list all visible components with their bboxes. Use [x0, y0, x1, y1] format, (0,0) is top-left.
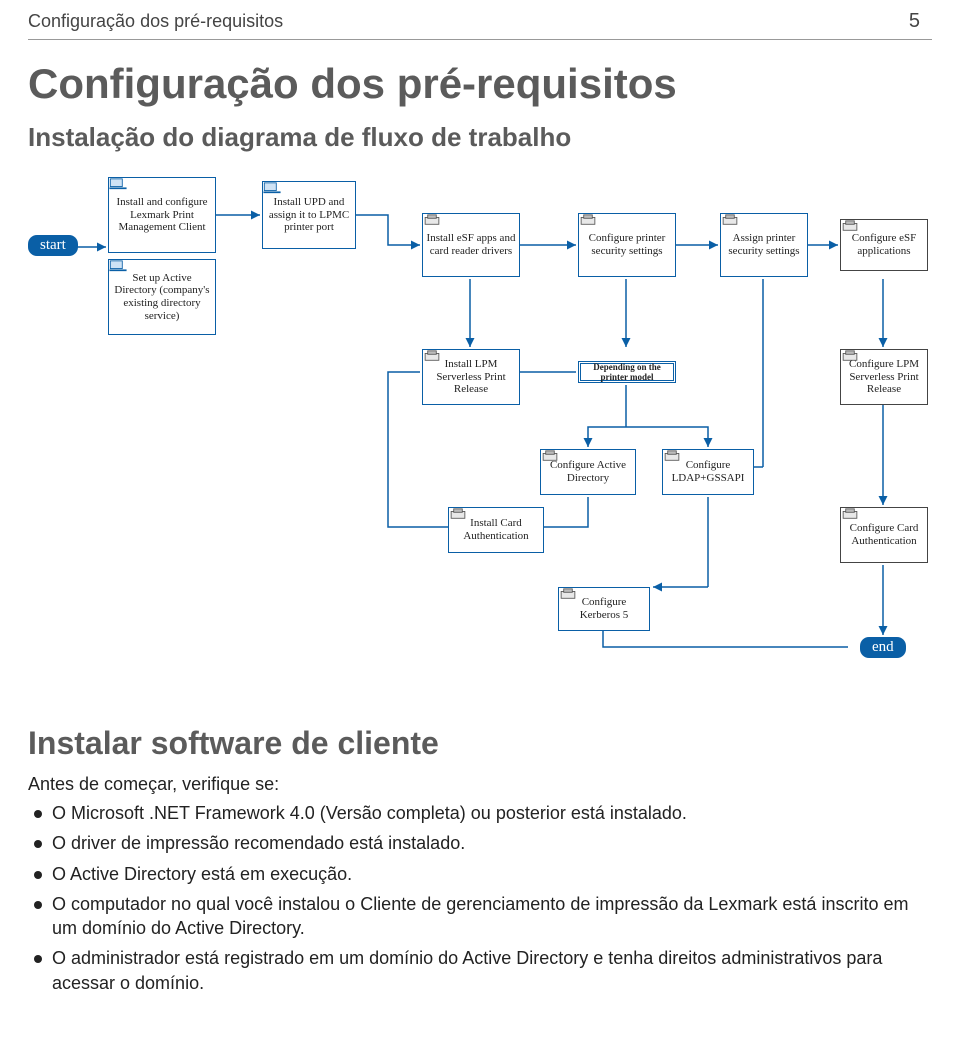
printer-icon: [841, 220, 859, 232]
page-number: 5: [909, 10, 920, 33]
lead-text: Antes de começar, verifique se:: [28, 774, 932, 795]
computer-icon: [263, 182, 281, 194]
workflow-diagram: start Install and configure Lexmark Prin…: [28, 167, 932, 697]
start-label: start: [28, 235, 78, 256]
bullet-list: O Microsoft .NET Framework 4.0 (Versão c…: [28, 801, 932, 995]
list-item: O driver de impressão recomendado está i…: [28, 831, 932, 855]
printer-icon: [841, 350, 859, 362]
end-label: end: [860, 637, 906, 658]
node-install-upd: Install UPD and assign it to LPMC printe…: [262, 181, 356, 249]
computer-icon: [109, 178, 127, 190]
node-install-lpm-release: Install LPM Serverless Print Release: [422, 349, 520, 405]
node-cfg-kerberos: Configure Kerberos 5: [558, 587, 650, 631]
printer-icon: [663, 450, 681, 462]
printer-icon: [449, 508, 467, 520]
printer-icon: [423, 214, 441, 226]
printer-icon: [841, 508, 859, 520]
list-item: O computador no qual você instalou o Cli…: [28, 892, 932, 941]
subsection-title: Instalação do diagrama de fluxo de traba…: [28, 122, 960, 153]
list-item: O Microsoft .NET Framework 4.0 (Versão c…: [28, 801, 932, 825]
section-title: Instalar software de cliente: [28, 725, 960, 762]
node-cfg-lpm-release: Configure LPM Serverless Print Release: [840, 349, 928, 405]
printer-icon: [559, 588, 577, 600]
list-item: O Active Directory está em execução.: [28, 862, 932, 886]
printer-icon: [721, 214, 739, 226]
node-install-esf: Install eSF apps and card reader drivers: [422, 213, 520, 277]
node-install-card-auth: Install Card Authentication: [448, 507, 544, 553]
page-title: Configuração dos pré-requisitos: [28, 60, 960, 108]
running-header: Configuração dos pré-requisitos 5: [0, 0, 960, 33]
printer-icon: [579, 214, 597, 226]
running-title: Configuração dos pré-requisitos: [28, 11, 283, 32]
node-depending-banner: Depending on the printer model: [578, 361, 676, 383]
node-install-lpmc: Install and configure Lexmark Print Mana…: [108, 177, 216, 253]
printer-icon: [541, 450, 559, 462]
computer-icon: [109, 260, 127, 272]
node-cfg-ldap: Configure LDAP+GSSAPI: [662, 449, 754, 495]
node-cfg-card-auth: Configure Card Authentication: [840, 507, 928, 563]
node-assign-sec: Assign printer security settings: [720, 213, 808, 277]
node-cfg-ad: Configure Active Directory: [540, 449, 636, 495]
node-setup-ad: Set up Active Directory (company's exist…: [108, 259, 216, 335]
node-cfg-printer-sec: Configure printer security settings: [578, 213, 676, 277]
printer-icon: [423, 350, 441, 362]
list-item: O administrador está registrado em um do…: [28, 946, 932, 995]
header-rule: [28, 39, 932, 40]
node-cfg-esf: Configure eSF applications: [840, 219, 928, 271]
